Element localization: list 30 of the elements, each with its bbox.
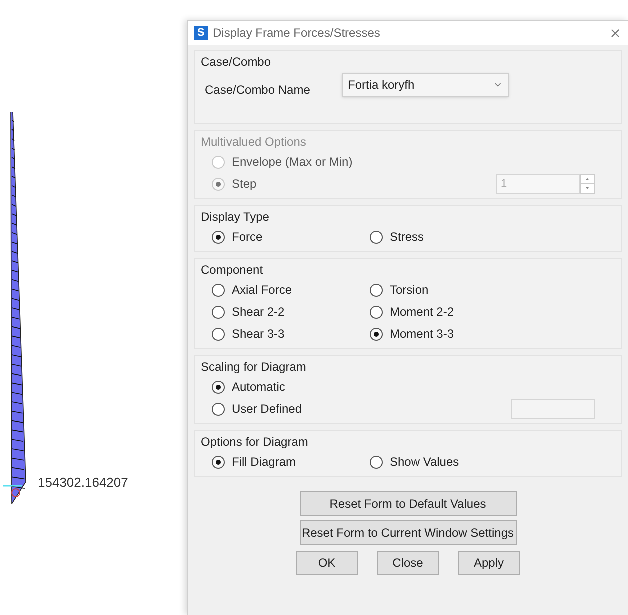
app-logo: S [194, 26, 208, 40]
radio-option[interactable]: Shear 3-3 [212, 324, 285, 344]
field-label: Case/Combo Name [205, 82, 312, 99]
case-dropdown[interactable]: Fortia koryfh [342, 73, 509, 97]
group-title: Display Type [200, 209, 270, 226]
group-title: Case/Combo [200, 54, 272, 71]
radio-option[interactable]: Shear 2-2 [212, 302, 285, 322]
radio-option[interactable]: Fill Diagram [212, 452, 296, 472]
dialog-button[interactable]: Close [377, 551, 439, 575]
group-title: Multivalued Options [200, 134, 308, 151]
radio-option[interactable]: Torsion [370, 280, 429, 300]
radio-option[interactable]: Axial Force [212, 280, 292, 300]
radio-option[interactable]: Force [212, 227, 263, 247]
radio-option[interactable]: Moment 3-3 [370, 324, 454, 344]
radio-option[interactable]: Show Values [370, 452, 460, 472]
reset-button[interactable]: Reset Form to Default Values [300, 491, 516, 516]
window-title: Display Frame Forces/Stresses [213, 25, 380, 42]
group-title: Component [200, 262, 264, 279]
radio-option[interactable]: Automatic [212, 377, 286, 397]
dialog-button[interactable]: OK [296, 551, 358, 575]
radio-option[interactable]: User Defined [212, 399, 302, 419]
number-field[interactable] [511, 399, 595, 419]
value-label: 154302.164207 [38, 474, 128, 492]
group-title: Scaling for Diagram [200, 359, 308, 376]
reset-button[interactable]: Reset Form to Current Window Settings [300, 520, 516, 545]
radio-option[interactable]: Stress [370, 227, 424, 247]
radio-option[interactable]: Moment 2-2 [370, 302, 454, 322]
group-title: Options for Diagram [200, 434, 310, 451]
close-icon[interactable] [609, 26, 622, 40]
dialog-button[interactable]: Apply [458, 551, 520, 575]
